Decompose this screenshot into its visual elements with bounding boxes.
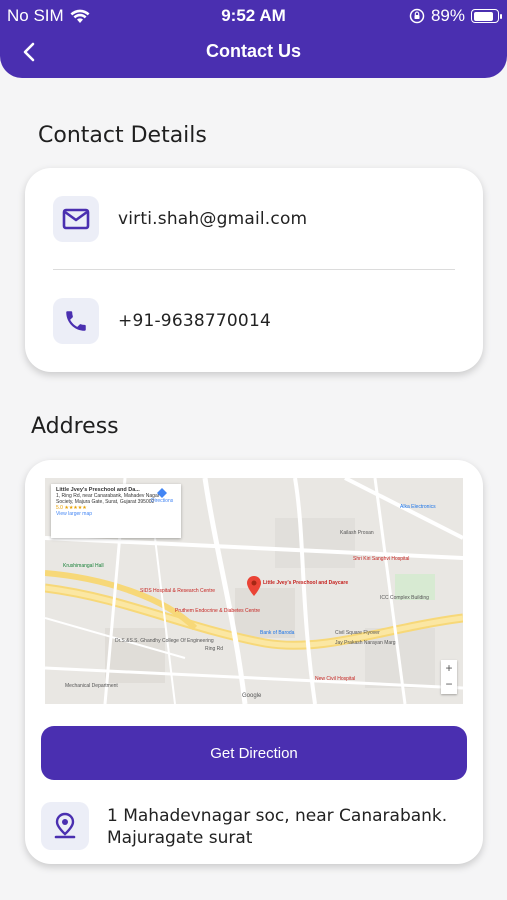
map-label-3: Pruthem Endocrine & Diabetes Centre — [175, 608, 261, 614]
view-larger-map-link[interactable]: View larger map — [56, 511, 176, 517]
page-title: Contact Us — [205, 41, 301, 61]
address-section-title: Address — [31, 414, 119, 439]
email-text: virti.shah@gmail.com — [118, 209, 308, 229]
contact-divider — [53, 269, 455, 270]
email-row[interactable]: virti.shah@gmail.com — [53, 196, 307, 242]
phone-text: +91-9638770014 — [118, 311, 271, 331]
status-bar: No SIM 9:52 AM 89% — [0, 0, 507, 30]
contact-section-title: Contact Details — [38, 123, 207, 148]
email-icon-box — [53, 196, 99, 242]
location-pin-icon — [54, 812, 76, 839]
map-directions-label: Directions — [151, 498, 174, 504]
map-label-13: ICC Complex Building — [380, 595, 429, 601]
map-label-4: Dr.S.&S.S. Ghandhy College Of Engineerin… — [115, 638, 214, 644]
status-right: 89% — [409, 6, 502, 26]
battery-icon — [471, 9, 502, 23]
contact-card: virti.shah@gmail.com +91-9638770014 — [25, 168, 483, 372]
map-zoom-out-button[interactable]: − — [441, 676, 457, 692]
google-logo: Google — [242, 693, 262, 699]
map-label-1: Krushimangal Hall — [63, 563, 104, 569]
mail-icon — [62, 208, 90, 230]
battery-percent: 89% — [430, 6, 465, 25]
directions-icon — [157, 488, 168, 498]
phone-icon-box — [53, 298, 99, 344]
map-pin-label: Little Jvey's Preschool and Daycare — [263, 580, 349, 586]
map-label-7: Jay Prakash Narayan Marg — [335, 640, 396, 646]
address-row: 1 Mahadevnagar soc, near Canarabank. Maj… — [41, 802, 467, 850]
map-label-6: Civil Square Flyover — [335, 630, 380, 636]
map-directions-link[interactable]: Directions — [151, 488, 173, 504]
battery-fill — [473, 11, 494, 21]
map-label-12: Ring Rd — [205, 646, 224, 652]
phone-row[interactable]: +91-9638770014 — [53, 298, 271, 344]
phone-icon — [66, 311, 86, 331]
map-label-10: Alka Electronics — [400, 504, 436, 510]
get-direction-button[interactable]: Get Direction — [41, 726, 467, 780]
map-label-5: Bank of Baroda — [260, 630, 295, 636]
app-header: No SIM 9:52 AM 89% Contact Us — [0, 0, 507, 78]
map-label-8: New Civil Hospital — [315, 676, 356, 682]
map-label-11: Kailash Prosan — [340, 530, 374, 536]
map-info-box: Little Jvey's Preschool and Da... 1, Rin… — [51, 484, 181, 538]
orientation-lock-icon — [409, 8, 425, 24]
map-zoom-controls: + − — [441, 660, 457, 694]
map-pin-icon — [247, 576, 261, 596]
address-card: Little Jvey's Preschool and Da... 1, Rin… — [25, 460, 483, 864]
map-label-9: Shri Kiri Sanghvi Hospital — [353, 556, 410, 562]
address-text: 1 Mahadevnagar soc, near Canarabank. Maj… — [107, 806, 448, 848]
location-icon-box — [41, 802, 89, 850]
map-label-2: SIDS Hospital & Research Centre — [140, 588, 216, 594]
map-zoom-in-button[interactable]: + — [441, 660, 457, 676]
map-view[interactable]: Little Jvey's Preschool and Da... 1, Rin… — [45, 478, 463, 704]
map-label-14: Mechanical Department — [65, 683, 118, 689]
